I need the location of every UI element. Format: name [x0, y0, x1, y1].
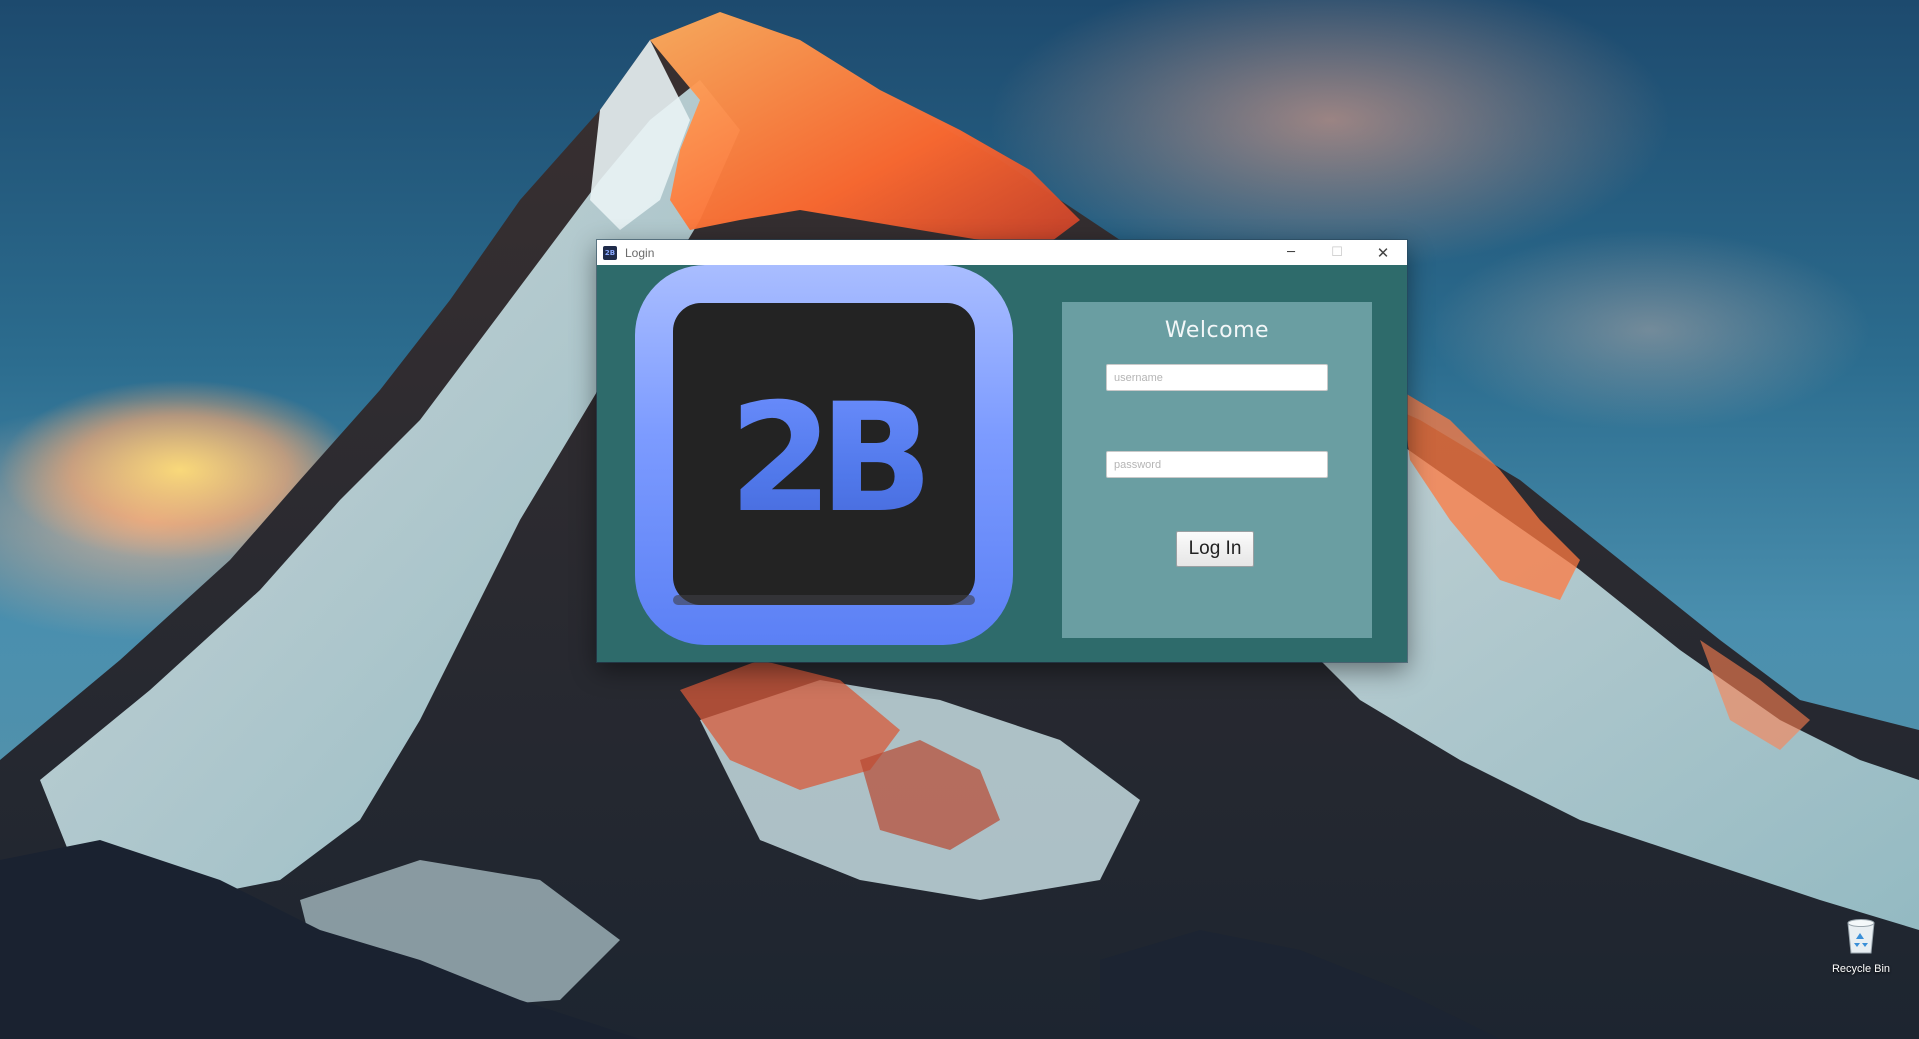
window-title: Login [625, 245, 655, 260]
desktop: 2B Login ─ ☐ ✕ 2B Welcome username Log I… [0, 0, 1919, 1039]
minimize-button[interactable]: ─ [1268, 240, 1314, 265]
login-window: 2B Login ─ ☐ ✕ 2B Welcome username Log I… [597, 240, 1407, 662]
desktop-icon-recycle-bin[interactable]: Recycle Bin [1816, 915, 1906, 985]
window-titlebar[interactable]: 2B Login ─ ☐ ✕ [597, 240, 1407, 265]
welcome-heading: Welcome [1164, 318, 1270, 343]
close-icon: ✕ [1376, 243, 1390, 262]
app-logo: 2B [635, 265, 1013, 645]
login-panel: Welcome Log In [1062, 302, 1372, 638]
minimize-icon: ─ [1287, 245, 1295, 260]
password-input[interactable] [1106, 451, 1328, 478]
app-icon: 2B [603, 245, 617, 260]
maximize-button[interactable]: ☐ [1314, 240, 1360, 265]
recycle-bin-icon [1847, 919, 1875, 954]
username-input[interactable] [1106, 364, 1328, 391]
logo-text: 2B [729, 372, 923, 546]
desktop-icon-label: Recycle Bin [1831, 963, 1891, 975]
maximize-icon: ☐ [1331, 245, 1343, 260]
close-button[interactable]: ✕ [1360, 240, 1406, 265]
login-button[interactable]: Log In [1176, 531, 1254, 567]
